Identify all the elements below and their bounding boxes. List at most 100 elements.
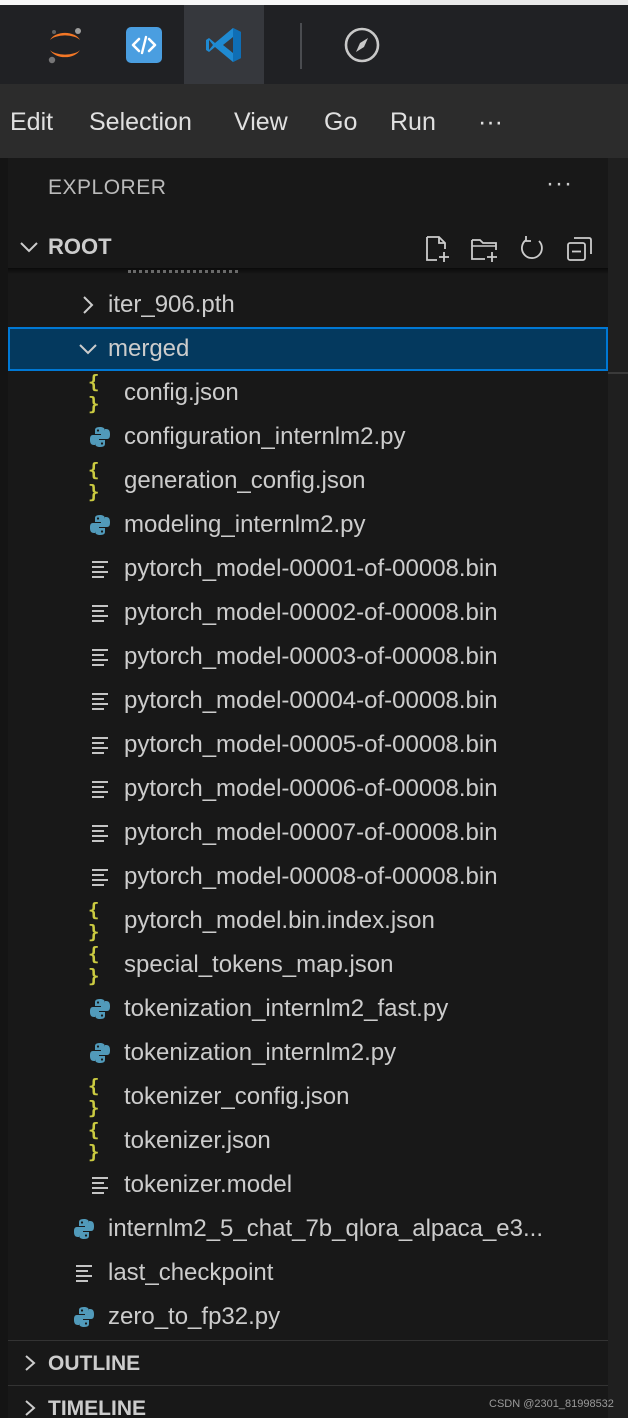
tree-item-label: pytorch_model.bin.index.json bbox=[124, 907, 435, 934]
tree-file-row[interactable]: { } generation_config.json bbox=[8, 459, 608, 503]
tree-file-row[interactable]: { } tokenizer_config.json bbox=[8, 1075, 608, 1119]
explorer-panel: EXPLORER ··· ROOT iter_906.pth merged {… bbox=[8, 158, 608, 1418]
json-file-icon: { } bbox=[88, 1119, 100, 1163]
tree-item-label: merged bbox=[108, 335, 190, 362]
tree-file-row[interactable]: pytorch_model-00001-of-00008.bin bbox=[8, 547, 608, 591]
tree-item-label: special_tokens_map.json bbox=[124, 951, 394, 978]
chevron-down-icon bbox=[76, 327, 100, 371]
python-file-icon bbox=[88, 1031, 112, 1075]
watermark-text: CSDN @2301_81998532 bbox=[489, 1398, 614, 1410]
tab-divider bbox=[300, 23, 302, 69]
python-file-icon bbox=[72, 1207, 96, 1251]
chevron-right-icon bbox=[76, 283, 100, 327]
sticky-scroll-shadow bbox=[8, 268, 608, 274]
tree-item-label: pytorch_model-00008-of-00008.bin bbox=[124, 863, 498, 890]
menu-bar: Edit Selection View Go Run ··· bbox=[0, 84, 628, 158]
text-file-icon bbox=[88, 767, 112, 811]
tree-file-row[interactable]: { } special_tokens_map.json bbox=[8, 943, 608, 987]
python-file-icon bbox=[88, 415, 112, 459]
tree-file-row[interactable]: tokenization_internlm2.py bbox=[8, 1031, 608, 1075]
json-file-icon: { } bbox=[88, 943, 100, 987]
new-folder-icon[interactable] bbox=[469, 234, 499, 264]
root-folder-label: ROOT bbox=[48, 234, 112, 259]
text-file-icon bbox=[88, 547, 112, 591]
app-tab-jupyter[interactable] bbox=[25, 5, 105, 84]
tree-item-label: zero_to_fp32.py bbox=[108, 1303, 281, 1330]
tree-item-label: pytorch_model-00005-of-00008.bin bbox=[124, 731, 498, 758]
tree-item-label: pytorch_model-00001-of-00008.bin bbox=[124, 555, 498, 582]
tree-item-label: config.json bbox=[124, 379, 239, 406]
app-tab-code-server[interactable] bbox=[104, 5, 184, 84]
text-file-icon bbox=[88, 811, 112, 855]
timeline-label: TIMELINE bbox=[48, 1397, 146, 1418]
menu-edit[interactable]: Edit bbox=[10, 84, 53, 158]
menu-more[interactable]: ··· bbox=[478, 84, 503, 158]
explorer-more-button[interactable]: ··· bbox=[546, 170, 573, 198]
outline-section[interactable]: OUTLINE bbox=[8, 1340, 608, 1385]
explorer-title: EXPLORER bbox=[48, 176, 167, 199]
partially-hidden-row bbox=[128, 270, 238, 276]
menu-view[interactable]: View bbox=[234, 84, 288, 158]
tree-file-row[interactable]: pytorch_model-00004-of-00008.bin bbox=[8, 679, 608, 723]
tree-file-row[interactable]: configuration_internlm2.py bbox=[8, 415, 608, 459]
tree-file-row[interactable]: tokenizer.model bbox=[8, 1163, 608, 1207]
menu-run[interactable]: Run bbox=[390, 84, 436, 158]
json-file-icon: { } bbox=[88, 899, 100, 943]
tree-item-label: generation_config.json bbox=[124, 467, 366, 494]
app-tab-vscode[interactable] bbox=[184, 5, 264, 84]
menu-go[interactable]: Go bbox=[324, 84, 357, 158]
tree-file-row[interactable]: pytorch_model-00008-of-00008.bin bbox=[8, 855, 608, 899]
text-file-icon bbox=[72, 1251, 96, 1295]
compass-icon bbox=[344, 27, 380, 62]
app-tab-bar bbox=[0, 5, 628, 84]
collapse-all-icon[interactable] bbox=[565, 234, 595, 264]
root-folder-header[interactable]: ROOT bbox=[8, 226, 608, 270]
tree-item-label: last_checkpoint bbox=[108, 1259, 274, 1286]
tree-item-label: pytorch_model-00007-of-00008.bin bbox=[124, 819, 498, 846]
chevron-down-icon bbox=[20, 242, 38, 253]
tree-file-row[interactable]: { } tokenizer.json bbox=[8, 1119, 608, 1163]
vscode-window: Edit Selection View Go Run ··· EXPLORER … bbox=[0, 0, 628, 1418]
tree-item-label: internlm2_5_chat_7b_qlora_alpaca_e3... bbox=[108, 1215, 543, 1242]
editor-edge bbox=[608, 158, 628, 1418]
app-tab-browser[interactable] bbox=[322, 5, 402, 84]
python-file-icon bbox=[88, 503, 112, 547]
menu-selection[interactable]: Selection bbox=[89, 84, 192, 158]
python-file-icon bbox=[72, 1295, 96, 1339]
tree-file-row[interactable]: modeling_internlm2.py bbox=[8, 503, 608, 547]
tree-file-row[interactable]: pytorch_model-00002-of-00008.bin bbox=[8, 591, 608, 635]
json-file-icon: { } bbox=[88, 1075, 100, 1119]
tree-file-row[interactable]: pytorch_model-00006-of-00008.bin bbox=[8, 767, 608, 811]
tree-item-label: pytorch_model-00002-of-00008.bin bbox=[124, 599, 498, 626]
tree-file-row[interactable]: pytorch_model-00007-of-00008.bin bbox=[8, 811, 608, 855]
code-brackets-icon bbox=[126, 26, 162, 63]
tree-item-label: tokenization_internlm2_fast.py bbox=[124, 995, 449, 1022]
tree-item-label: modeling_internlm2.py bbox=[124, 511, 366, 538]
chevron-right-icon bbox=[25, 1400, 36, 1416]
tree-item-label: pytorch_model-00004-of-00008.bin bbox=[124, 687, 498, 714]
tree-file-row[interactable]: pytorch_model-00005-of-00008.bin bbox=[8, 723, 608, 767]
tree-item-label: configuration_internlm2.py bbox=[124, 423, 406, 450]
text-file-icon bbox=[88, 635, 112, 679]
tree-file-row[interactable]: pytorch_model-00003-of-00008.bin bbox=[8, 635, 608, 679]
tree-file-row[interactable]: { } pytorch_model.bin.index.json bbox=[8, 899, 608, 943]
tree-item-label: pytorch_model-00006-of-00008.bin bbox=[124, 775, 498, 802]
vscode-icon bbox=[206, 27, 241, 62]
json-file-icon: { } bbox=[88, 459, 100, 503]
tree-folder-row[interactable]: iter_906.pth bbox=[8, 283, 608, 327]
tree-item-label: tokenizer.model bbox=[124, 1171, 293, 1198]
tree-item-label: pytorch_model-00003-of-00008.bin bbox=[124, 643, 498, 670]
tree-file-row[interactable]: internlm2_5_chat_7b_qlora_alpaca_e3... bbox=[8, 1207, 608, 1251]
python-file-icon bbox=[88, 987, 112, 1031]
refresh-icon[interactable] bbox=[517, 234, 547, 264]
tree-item-label: tokenizer.json bbox=[124, 1127, 271, 1154]
jupyter-icon bbox=[48, 27, 81, 63]
tree-file-row[interactable]: zero_to_fp32.py bbox=[8, 1295, 608, 1339]
text-file-icon bbox=[88, 723, 112, 767]
text-file-icon bbox=[88, 591, 112, 635]
new-file-icon[interactable] bbox=[422, 234, 452, 264]
tree-file-row[interactable]: { } config.json bbox=[8, 371, 608, 415]
tree-file-row[interactable]: tokenization_internlm2_fast.py bbox=[8, 987, 608, 1031]
tree-file-row[interactable]: last_checkpoint bbox=[8, 1251, 608, 1295]
tree-folder-row[interactable]: merged bbox=[8, 327, 608, 371]
